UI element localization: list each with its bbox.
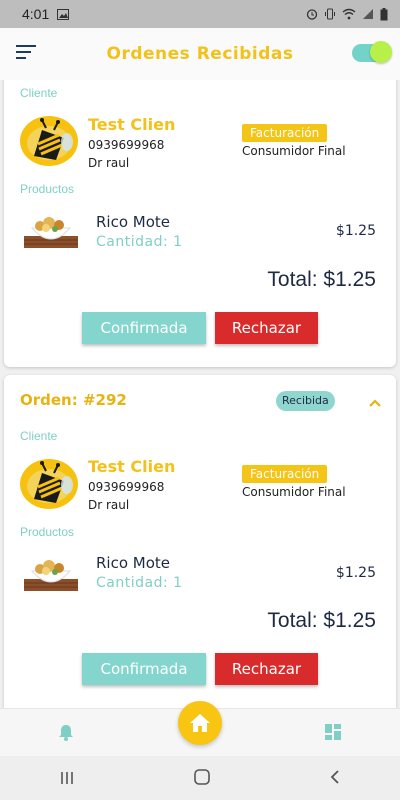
client-avatar (20, 459, 78, 509)
client-section-label: Cliente (20, 429, 58, 443)
orders-list[interactable]: Cliente Test Clien 0939699968 Dr raul Fa… (0, 80, 400, 708)
reject-button[interactable]: Rechazar (215, 312, 318, 344)
alarm-icon (306, 9, 318, 20)
billing-value: Consumidor Final (242, 485, 346, 499)
product-image (24, 217, 78, 248)
product-price: $1.25 (335, 223, 376, 239)
order-total: Total: $1.25 (267, 268, 376, 291)
confirm-button[interactable]: Confirmada (82, 653, 206, 685)
toggle-switch[interactable] (352, 41, 392, 63)
client-phone: 0939699968 (88, 138, 165, 152)
menu-icon[interactable] (16, 45, 38, 63)
client-phone: 0939699968 (88, 480, 165, 494)
battery-icon (380, 7, 388, 20)
bell-icon[interactable] (58, 723, 74, 745)
confirm-button[interactable]: Confirmada (82, 312, 206, 344)
product-quantity: Cantidad: 1 (96, 575, 183, 591)
home-button[interactable] (178, 701, 222, 745)
status-time: 4:01 (22, 6, 50, 22)
back-icon[interactable] (329, 766, 341, 790)
order-number: Orden: #292 (20, 391, 127, 409)
toggle-knob (370, 41, 392, 63)
bottom-nav (0, 701, 400, 756)
billing-value: Consumidor Final (242, 144, 346, 158)
page-title: Ordenes Recibidas (106, 44, 294, 64)
status-badge: Recibida (276, 391, 335, 411)
home-icon (190, 714, 210, 732)
billing-badge: Facturación (242, 465, 328, 483)
order-card: Cliente Test Clien 0939699968 Dr raul Fa… (4, 80, 396, 367)
reject-button[interactable]: Rechazar (215, 653, 318, 685)
app-bar: Ordenes Recibidas (0, 28, 400, 80)
signal-icon (363, 9, 373, 19)
product-price: $1.25 (335, 565, 376, 581)
client-address: Dr raul (88, 498, 130, 512)
order-header[interactable]: Orden: #292 Recibida (20, 391, 382, 413)
client-address: Dr raul (88, 156, 130, 170)
system-nav-bar (0, 756, 400, 800)
product-image (24, 560, 78, 591)
product-name: Rico Mote (96, 213, 171, 231)
products-section-label: Productos (20, 182, 75, 196)
status-bar: 4:01 (0, 0, 400, 28)
wifi-icon (342, 8, 356, 20)
product-name: Rico Mote (96, 554, 171, 572)
recent-apps-icon[interactable] (59, 766, 75, 790)
order-total: Total: $1.25 (267, 609, 376, 632)
products-section-label: Productos (20, 525, 75, 539)
home-system-icon[interactable] (193, 766, 211, 790)
billing-badge: Facturación (242, 124, 328, 142)
client-name: Test Clien (88, 115, 176, 134)
bee-logo-icon (27, 118, 73, 160)
dashboard-icon[interactable] (324, 723, 342, 745)
client-name: Test Clien (88, 457, 176, 476)
chevron-up-icon[interactable] (368, 393, 382, 412)
bee-logo-icon (27, 461, 73, 503)
client-section-label: Cliente (20, 86, 58, 100)
product-quantity: Cantidad: 1 (96, 234, 183, 250)
image-icon (57, 8, 70, 20)
client-avatar (20, 116, 78, 166)
order-card: Orden: #292 Recibida Cliente Test Clien … (4, 375, 396, 708)
vibrate-icon (325, 8, 335, 20)
